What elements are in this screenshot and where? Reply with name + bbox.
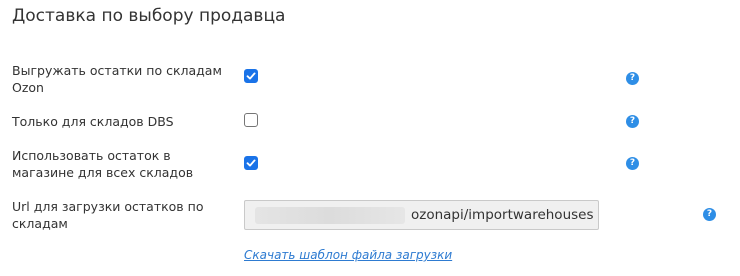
question-icon[interactable]: ?: [626, 115, 639, 128]
row-label-dbs-only: Только для складов DBS: [12, 114, 174, 129]
question-icon[interactable]: ?: [626, 157, 639, 170]
question-icon[interactable]: ?: [703, 208, 716, 221]
import-url-field[interactable]: ozonapi/importwarehouses: [244, 200, 599, 230]
download-template-link[interactable]: Скачать шаблон файла загрузки: [244, 248, 452, 262]
checkmark-icon: [246, 72, 256, 80]
redacted-url-prefix: [255, 207, 405, 224]
checkbox-dbs-only[interactable]: [244, 113, 258, 127]
row-label-export-ozon: Выгружать остатки по складам Ozon: [12, 63, 222, 95]
checkbox-export-ozon[interactable]: [244, 69, 258, 83]
row-label-use-store-stock: Использовать остаток в магазине для всех…: [12, 148, 194, 180]
import-url-value: ozonapi/importwarehouses: [411, 207, 594, 223]
question-icon[interactable]: ?: [626, 72, 639, 85]
section-title: Доставка по выбору продавца: [12, 6, 286, 26]
row-label-import-url: Url для загрузки остатков по складам: [12, 199, 204, 231]
checkmark-icon: [246, 159, 256, 167]
checkbox-use-store-stock[interactable]: [244, 156, 258, 170]
